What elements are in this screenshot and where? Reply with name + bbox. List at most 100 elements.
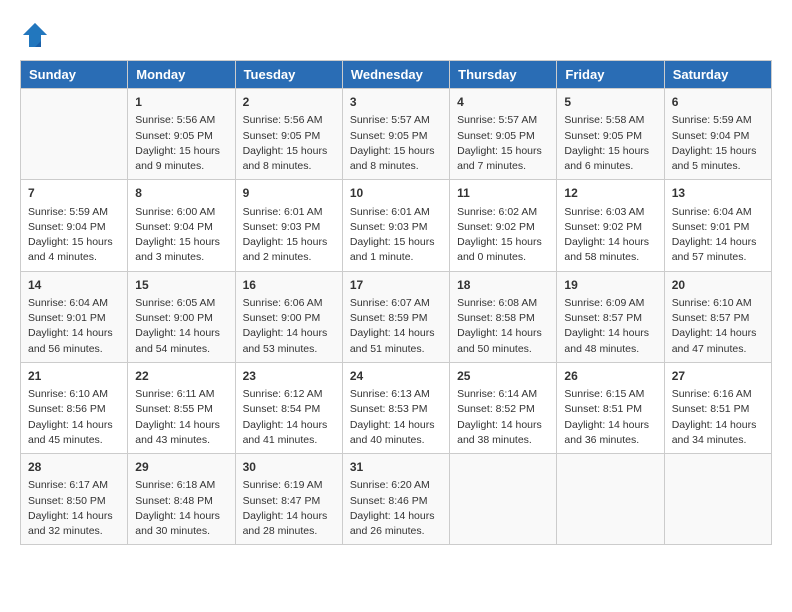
cell-info: Sunrise: 6:16 AM Sunset: 8:51 PM Dayligh… [672,387,764,448]
calendar-cell: 17 Sunrise: 6:07 AM Sunset: 8:59 PM Dayli… [342,271,449,362]
cell-info: Sunrise: 5:56 AM Sunset: 9:05 PM Dayligh… [243,113,335,174]
calendar-cell: 25 Sunrise: 6:14 AM Sunset: 8:52 PM Dayli… [450,362,557,453]
calendar-cell: 27Sunrise: 6:16 AM Sunset: 8:51 PM Dayli… [664,362,771,453]
day-number: 20 [672,277,764,294]
cell-info: Sunrise: 6:13 AM Sunset: 8:53 PM Dayligh… [350,387,442,448]
day-number: 29 [135,459,227,476]
day-number: 6 [672,94,764,111]
day-number: 22 [135,368,227,385]
day-number: 21 [28,368,120,385]
calendar-cell: 8 Sunrise: 6:00 AM Sunset: 9:04 PM Daylig… [128,180,235,271]
calendar-cell: 10 Sunrise: 6:01 AM Sunset: 9:03 PM Dayli… [342,180,449,271]
day-number: 24 [350,368,442,385]
day-number: 16 [243,277,335,294]
day-number: 1 [135,94,227,111]
day-number: 10 [350,185,442,202]
cell-info: Sunrise: 6:06 AM Sunset: 9:00 PM Dayligh… [243,296,335,357]
day-number: 14 [28,277,120,294]
calendar-cell: 28 Sunrise: 6:17 AM Sunset: 8:50 PM Dayli… [21,454,128,545]
cell-info: Sunrise: 6:04 AM Sunset: 9:01 PM Dayligh… [28,296,120,357]
day-number: 28 [28,459,120,476]
cell-info: Sunrise: 6:15 AM Sunset: 8:51 PM Dayligh… [564,387,656,448]
calendar-cell [450,454,557,545]
day-number: 9 [243,185,335,202]
header [20,20,772,50]
day-number: 8 [135,185,227,202]
day-number: 26 [564,368,656,385]
day-number: 30 [243,459,335,476]
calendar-cell: 3 Sunrise: 5:57 AM Sunset: 9:05 PM Daylig… [342,89,449,180]
day-number: 23 [243,368,335,385]
day-number: 5 [564,94,656,111]
week-row-2: 7Sunrise: 5:59 AM Sunset: 9:04 PM Daylig… [21,180,772,271]
cell-info: Sunrise: 5:58 AM Sunset: 9:05 PM Dayligh… [564,113,656,174]
calendar-cell [557,454,664,545]
day-number: 11 [457,185,549,202]
calendar-cell: 30 Sunrise: 6:19 AM Sunset: 8:47 PM Dayli… [235,454,342,545]
calendar-cell: 19 Sunrise: 6:09 AM Sunset: 8:57 PM Dayli… [557,271,664,362]
col-header-thursday: Thursday [450,61,557,89]
calendar-cell: 23 Sunrise: 6:12 AM Sunset: 8:54 PM Dayli… [235,362,342,453]
day-number: 3 [350,94,442,111]
col-header-saturday: Saturday [664,61,771,89]
cell-info: Sunrise: 5:57 AM Sunset: 9:05 PM Dayligh… [457,113,549,174]
cell-info: Sunrise: 5:57 AM Sunset: 9:05 PM Dayligh… [350,113,442,174]
week-row-1: 1 Sunrise: 5:56 AM Sunset: 9:05 PM Daylig… [21,89,772,180]
calendar-cell: 16 Sunrise: 6:06 AM Sunset: 9:00 PM Dayli… [235,271,342,362]
calendar-cell: 9Sunrise: 6:01 AM Sunset: 9:03 PM Daylig… [235,180,342,271]
week-row-3: 14 Sunrise: 6:04 AM Sunset: 9:01 PM Dayli… [21,271,772,362]
logo-icon [20,20,50,50]
day-number: 17 [350,277,442,294]
cell-info: Sunrise: 6:14 AM Sunset: 8:52 PM Dayligh… [457,387,549,448]
day-number: 13 [672,185,764,202]
cell-info: Sunrise: 6:12 AM Sunset: 8:54 PM Dayligh… [243,387,335,448]
day-number: 12 [564,185,656,202]
day-number: 31 [350,459,442,476]
day-number: 18 [457,277,549,294]
day-number: 15 [135,277,227,294]
calendar-cell: 18 Sunrise: 6:08 AM Sunset: 8:58 PM Dayli… [450,271,557,362]
col-header-monday: Monday [128,61,235,89]
calendar-cell: 1 Sunrise: 5:56 AM Sunset: 9:05 PM Daylig… [128,89,235,180]
calendar-cell: 2 Sunrise: 5:56 AM Sunset: 9:05 PM Daylig… [235,89,342,180]
cell-info: Sunrise: 6:18 AM Sunset: 8:48 PM Dayligh… [135,478,227,539]
day-number: 25 [457,368,549,385]
calendar-cell: 20 Sunrise: 6:10 AM Sunset: 8:57 PM Dayli… [664,271,771,362]
logo [20,20,54,50]
calendar-cell: 26 Sunrise: 6:15 AM Sunset: 8:51 PM Dayli… [557,362,664,453]
cell-info: Sunrise: 6:00 AM Sunset: 9:04 PM Dayligh… [135,205,227,266]
cell-info: Sunrise: 6:20 AM Sunset: 8:46 PM Dayligh… [350,478,442,539]
col-header-wednesday: Wednesday [342,61,449,89]
cell-info: Sunrise: 6:01 AM Sunset: 9:03 PM Dayligh… [350,205,442,266]
week-row-4: 21Sunrise: 6:10 AM Sunset: 8:56 PM Dayli… [21,362,772,453]
cell-info: Sunrise: 5:59 AM Sunset: 9:04 PM Dayligh… [672,113,764,174]
day-number: 19 [564,277,656,294]
calendar-cell: 22Sunrise: 6:11 AM Sunset: 8:55 PM Dayli… [128,362,235,453]
day-number: 2 [243,94,335,111]
calendar-cell: 7Sunrise: 5:59 AM Sunset: 9:04 PM Daylig… [21,180,128,271]
calendar-cell: 15Sunrise: 6:05 AM Sunset: 9:00 PM Dayli… [128,271,235,362]
calendar-cell [21,89,128,180]
calendar-cell: 29 Sunrise: 6:18 AM Sunset: 8:48 PM Dayli… [128,454,235,545]
week-row-5: 28 Sunrise: 6:17 AM Sunset: 8:50 PM Dayli… [21,454,772,545]
cell-info: Sunrise: 6:19 AM Sunset: 8:47 PM Dayligh… [243,478,335,539]
day-number: 7 [28,185,120,202]
cell-info: Sunrise: 6:17 AM Sunset: 8:50 PM Dayligh… [28,478,120,539]
calendar-cell: 14 Sunrise: 6:04 AM Sunset: 9:01 PM Dayli… [21,271,128,362]
cell-info: Sunrise: 6:09 AM Sunset: 8:57 PM Dayligh… [564,296,656,357]
cell-info: Sunrise: 5:56 AM Sunset: 9:05 PM Dayligh… [135,113,227,174]
calendar-cell: 12 Sunrise: 6:03 AM Sunset: 9:02 PM Dayli… [557,180,664,271]
calendar-cell: 6 Sunrise: 5:59 AM Sunset: 9:04 PM Daylig… [664,89,771,180]
calendar-table: SundayMondayTuesdayWednesdayThursdayFrid… [20,60,772,545]
day-number: 4 [457,94,549,111]
col-header-tuesday: Tuesday [235,61,342,89]
calendar-cell: 21Sunrise: 6:10 AM Sunset: 8:56 PM Dayli… [21,362,128,453]
cell-info: Sunrise: 6:10 AM Sunset: 8:57 PM Dayligh… [672,296,764,357]
cell-info: Sunrise: 6:03 AM Sunset: 9:02 PM Dayligh… [564,205,656,266]
cell-info: Sunrise: 6:07 AM Sunset: 8:59 PM Dayligh… [350,296,442,357]
cell-info: Sunrise: 6:08 AM Sunset: 8:58 PM Dayligh… [457,296,549,357]
cell-info: Sunrise: 6:04 AM Sunset: 9:01 PM Dayligh… [672,205,764,266]
col-header-sunday: Sunday [21,61,128,89]
calendar-cell: 31 Sunrise: 6:20 AM Sunset: 8:46 PM Dayli… [342,454,449,545]
calendar-cell: 24 Sunrise: 6:13 AM Sunset: 8:53 PM Dayli… [342,362,449,453]
